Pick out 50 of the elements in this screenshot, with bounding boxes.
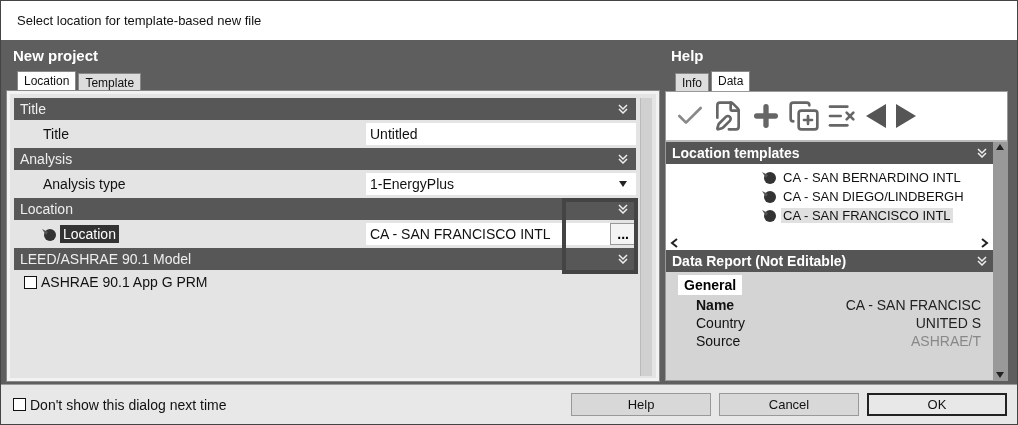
right-triangle-icon[interactable]	[894, 102, 918, 130]
section-header[interactable]: LEED/ASHRAE 90.1 Model	[14, 248, 636, 270]
left-triangle-icon[interactable]	[864, 102, 888, 130]
panel-title: Help	[670, 45, 705, 66]
expand-icon[interactable]	[618, 254, 628, 264]
dialog-button[interactable]: Cancel	[719, 393, 859, 416]
property-label: Title	[42, 125, 70, 143]
tab[interactable]: Location	[17, 71, 77, 91]
dropdown-arrow-icon[interactable]	[618, 179, 628, 189]
report-label: Name	[696, 297, 735, 313]
scroll-left-icon[interactable]	[670, 238, 680, 248]
property-label: Location	[60, 225, 119, 243]
tab[interactable]: Data	[711, 71, 751, 91]
tab[interactable]: Info	[675, 73, 709, 91]
expand-icon[interactable]	[977, 256, 987, 266]
expand-icon[interactable]	[977, 148, 987, 158]
scrollbar[interactable]	[640, 98, 652, 376]
dialog-button[interactable]: OK	[867, 393, 1007, 416]
checkbox[interactable]: Don't show this dialog next time	[13, 394, 227, 415]
section-header[interactable]: Analysis	[14, 148, 636, 170]
scroll-down-icon[interactable]	[995, 370, 1005, 380]
section-header[interactable]: Location	[14, 198, 636, 220]
window-title: Select location for template-based new file	[16, 12, 263, 30]
dialog-button[interactable]: Help	[571, 393, 711, 416]
browse-button[interactable]: ...	[610, 223, 636, 245]
report-label: Country	[696, 315, 746, 331]
scrollbar[interactable]	[993, 142, 1007, 380]
horizontal-scrollbar[interactable]	[666, 236, 993, 250]
tree-item[interactable]: CA - SAN DIEGO/LINDBERGH	[760, 187, 993, 205]
report-value: ASHRAE/T	[911, 333, 981, 349]
report-value: CA - SAN FRANCISC	[845, 297, 981, 313]
group-label: General	[678, 275, 743, 295]
expand-icon[interactable]	[618, 154, 628, 164]
tree-item[interactable]: CA - SAN BERNARDINO INTL	[760, 168, 993, 186]
input-field[interactable]: Untitled	[366, 123, 636, 145]
expand-icon[interactable]	[618, 104, 628, 114]
report-label: Source	[696, 333, 741, 349]
tab[interactable]: Template	[78, 73, 142, 91]
copy-icon[interactable]	[788, 100, 820, 132]
dropdown-field[interactable]: 1-EnergyPlus	[366, 173, 636, 195]
section-header[interactable]: Title	[14, 98, 636, 120]
checkbox[interactable]: ASHRAE 90.1 App G PRM	[14, 272, 636, 292]
report-value: UNITED S	[915, 315, 981, 331]
scroll-right-icon[interactable]	[979, 238, 989, 248]
section-header[interactable]: Location templates	[666, 142, 993, 164]
property-label: Analysis type	[42, 175, 127, 193]
section-header[interactable]: Data Report (Not Editable)	[666, 250, 993, 272]
expand-icon[interactable]	[618, 204, 628, 214]
input-field[interactable]: CA - SAN FRANCISCO INTL ...	[366, 223, 636, 245]
panel-title: New project	[12, 45, 100, 66]
